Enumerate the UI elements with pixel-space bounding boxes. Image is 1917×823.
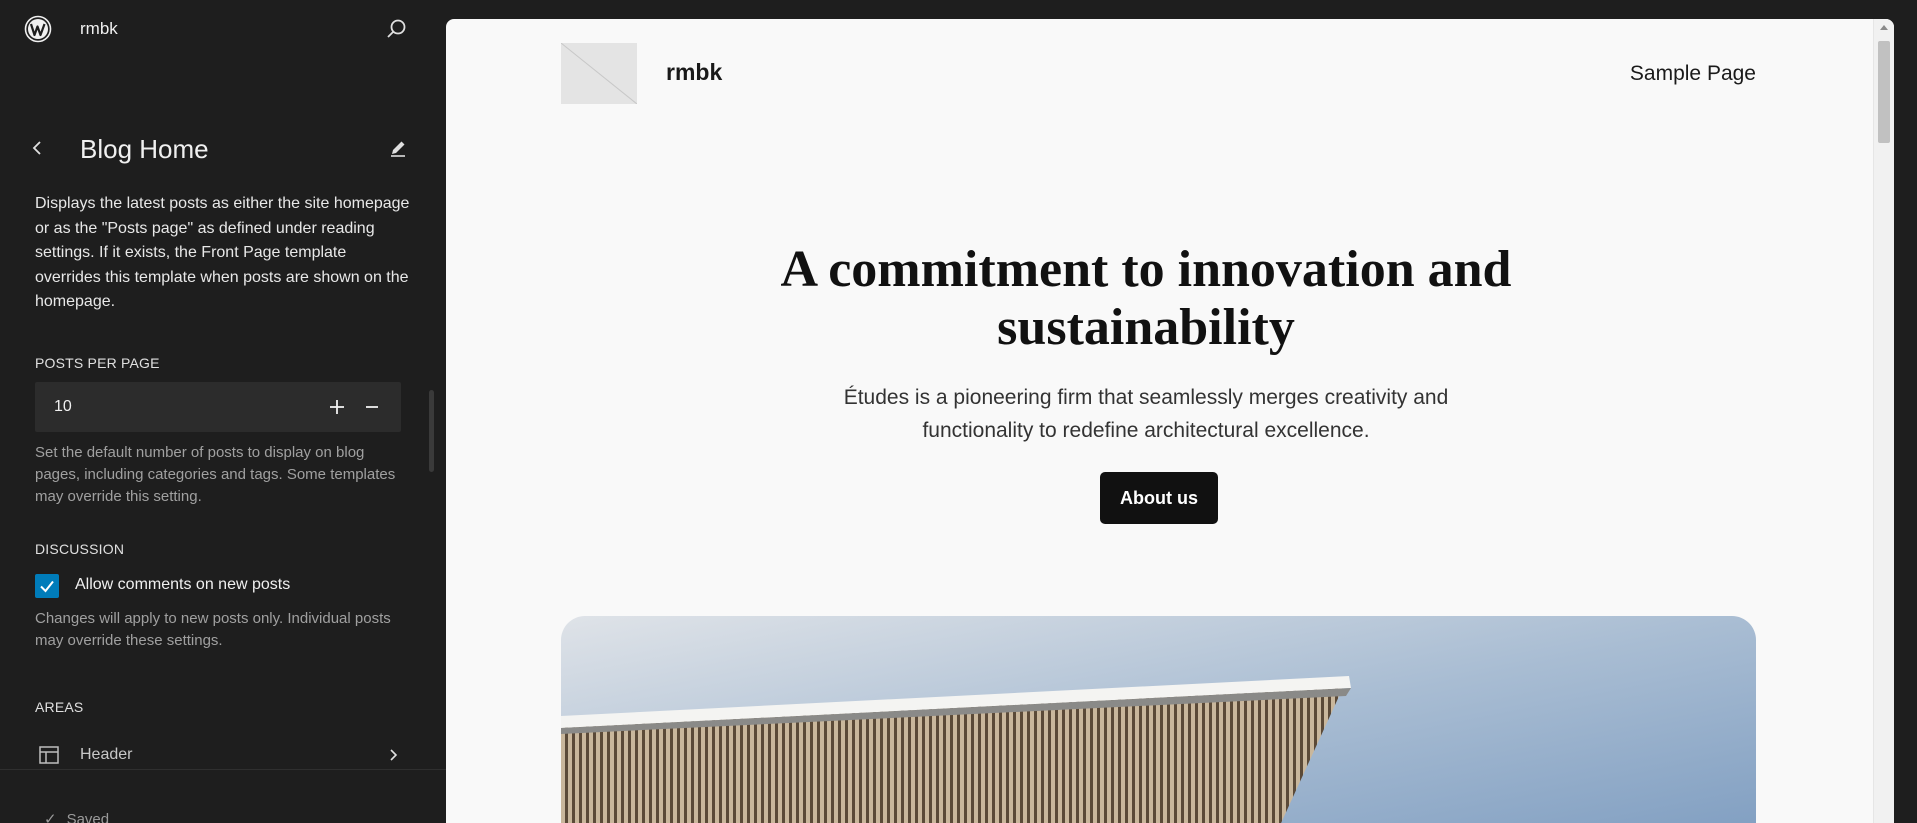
footer-divider (0, 769, 446, 770)
site-name[interactable]: rmbk (80, 19, 118, 39)
sidebar-topbar: rmbk (0, 0, 446, 58)
template-part-header-icon (39, 746, 59, 764)
preview-about-us-button[interactable]: About us (1100, 472, 1218, 524)
search-icon[interactable] (384, 16, 410, 42)
increment-plus-icon[interactable] (325, 395, 349, 419)
discussion-help: Changes will apply to new posts only. In… (35, 610, 391, 649)
chevron-right-icon (390, 749, 398, 761)
building-photo (561, 616, 1756, 823)
wordpress-logo-icon[interactable] (24, 15, 52, 43)
template-description: Displays the latest posts as either the … (35, 195, 410, 310)
site-logo-placeholder (561, 43, 637, 104)
allow-comments-label[interactable]: Allow comments on new posts (75, 576, 290, 594)
site-preview-canvas[interactable]: rmbk Sample Page A commitment to innovat… (446, 19, 1894, 823)
sidebar-scrollbar[interactable] (429, 390, 434, 472)
areas-label: AREAS (35, 699, 84, 715)
allow-comments-checkbox[interactable] (35, 574, 59, 598)
preview-nav-sample-page[interactable]: Sample Page (1626, 62, 1756, 86)
decrement-minus-icon[interactable] (360, 395, 384, 419)
preview-hero-subheading: Études is a pioneering firm that seamles… (843, 386, 1449, 442)
pencil-icon[interactable] (386, 136, 410, 160)
posts-per-page-help: Set the default number of posts to displ… (35, 444, 396, 505)
saved-label: Saved (66, 811, 110, 823)
saved-status: ✓ Saved (44, 810, 109, 823)
placeholder-image-icon (561, 43, 637, 104)
scroll-up-arrow-icon[interactable] (1880, 25, 1888, 30)
saved-check-icon: ✓ (44, 811, 57, 823)
area-item-header[interactable]: Header (35, 739, 405, 771)
preview-hero-image (561, 616, 1756, 823)
site-editor-sidebar: rmbk Blog Home Displays the latest posts… (0, 0, 446, 823)
preview-scroll-thumb[interactable] (1878, 41, 1890, 143)
posts-per-page-label: POSTS PER PAGE (35, 355, 160, 371)
area-item-label: Header (80, 746, 133, 763)
preview-site-title[interactable]: rmbk (666, 59, 722, 86)
posts-per-page-input[interactable]: 10 (35, 382, 401, 432)
posts-per-page-value[interactable]: 10 (54, 398, 72, 416)
preview-scrollbar[interactable] (1873, 19, 1894, 823)
preview-hero-heading: A commitment to innovation and sustainab… (780, 241, 1512, 356)
chevron-left-icon[interactable] (26, 136, 50, 160)
panel-title: Blog Home (80, 134, 209, 164)
discussion-label: DISCUSSION (35, 541, 125, 557)
checkmark-icon (40, 580, 54, 593)
